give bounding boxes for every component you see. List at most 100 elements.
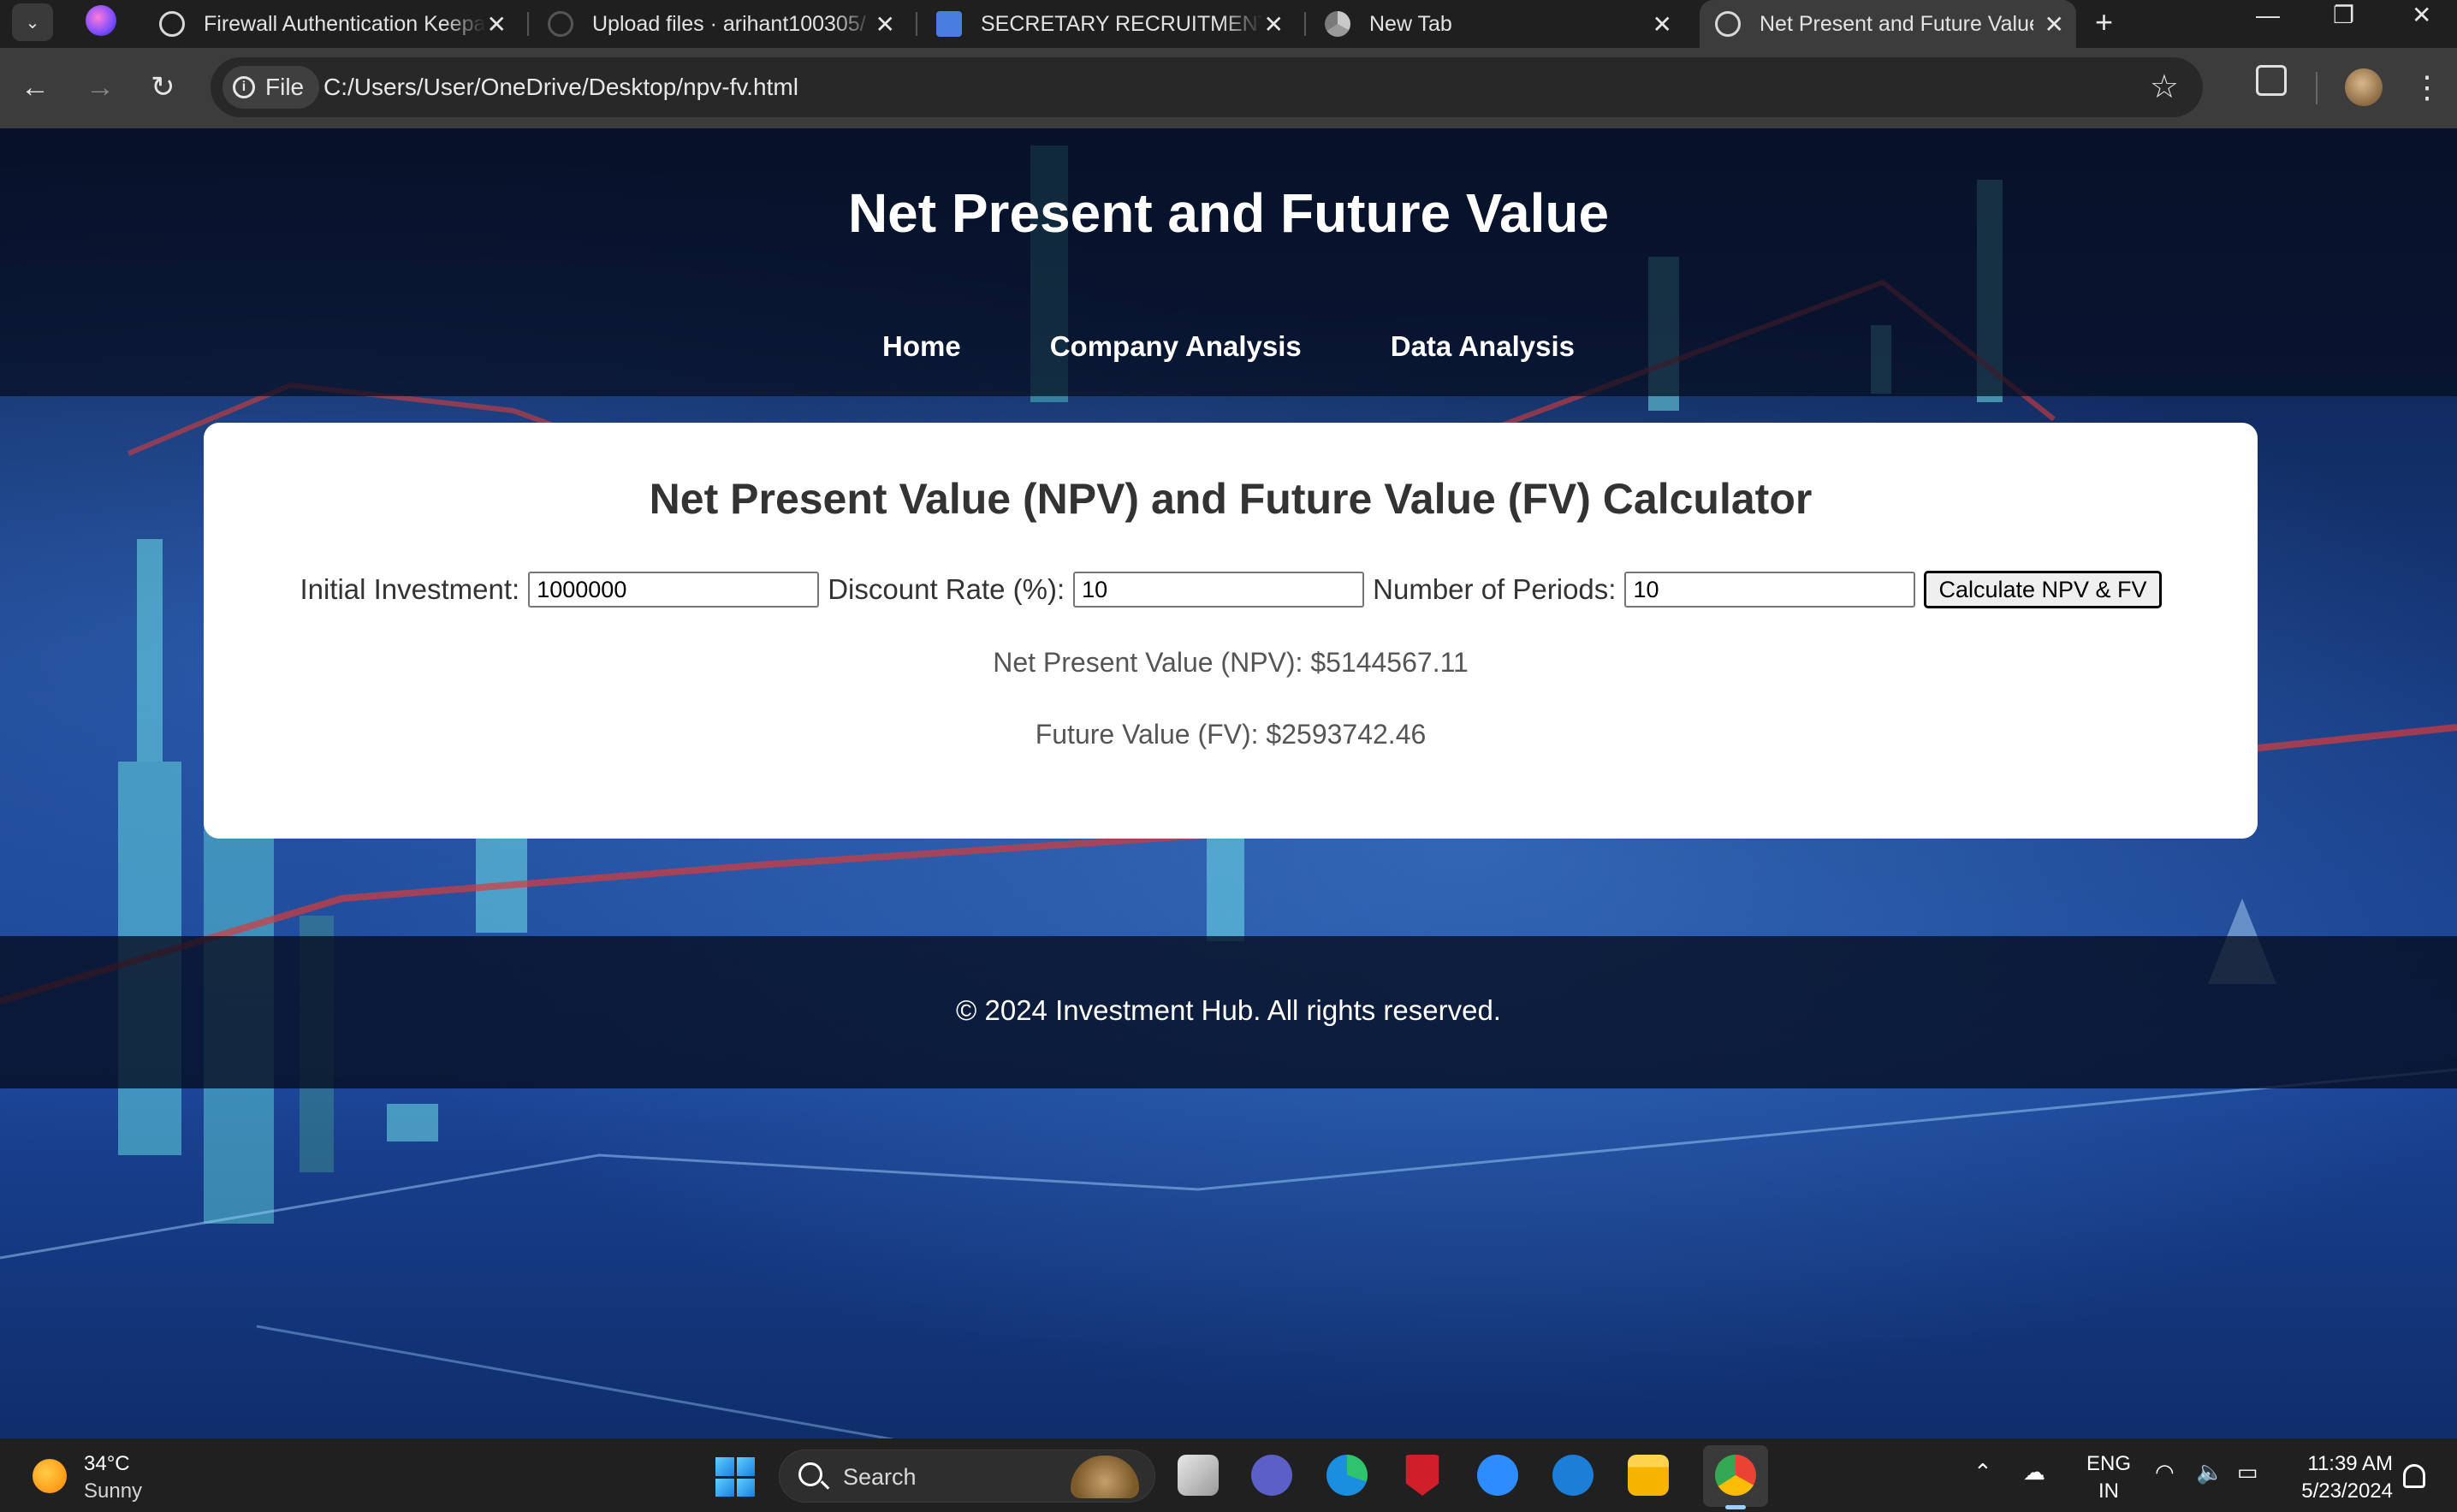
battery-icon[interactable]: ▭ [2237, 1459, 2258, 1485]
taskbar-search-box[interactable]: Search [779, 1450, 1155, 1503]
wifi-icon[interactable]: ◠ [2155, 1459, 2175, 1485]
close-tab-icon[interactable]: ✕ [487, 10, 507, 39]
tab-firewall-auth[interactable]: Firewall Authentication Keepa ✕ [159, 0, 519, 48]
sun-icon[interactable] [33, 1459, 67, 1493]
profile-avatar[interactable] [2345, 68, 2383, 106]
site-footer: © 2024 Investment Hub. All rights reserv… [0, 936, 2457, 1088]
get-help-icon[interactable] [1552, 1455, 1593, 1496]
chevron-down-icon: ⌄ [25, 13, 40, 33]
site-nav: Home Company Analysis Data Analysis [0, 330, 2457, 363]
browser-tab-strip: ⌄ Firewall Authentication Keepa ✕ Upload… [0, 0, 2457, 48]
close-tab-icon[interactable]: ✕ [2045, 10, 2064, 39]
address-bar[interactable]: i File C:/Users/User/OneDrive/Desktop/np… [211, 57, 2203, 117]
tab-search-button[interactable]: ⌄ [12, 3, 53, 41]
nav-link-data-analysis[interactable]: Data Analysis [1391, 330, 1575, 363]
onedrive-error-icon[interactable]: ☁ [2023, 1459, 2045, 1485]
windows-start-icon[interactable] [715, 1457, 755, 1497]
reload-button[interactable]: ↻ [151, 68, 175, 106]
system-clock[interactable]: 11:39 AM 5/23/2024 [2292, 1450, 2393, 1505]
tab-title: Net Present and Future Value [1760, 11, 2033, 36]
search-highlight-turtle-icon [1071, 1456, 1139, 1498]
page-title: Net Present and Future Value [847, 182, 1610, 244]
tab-title: Upload files · arihant100305/ [592, 11, 866, 36]
bg-axis-line [256, 1325, 895, 1438]
bookmark-star-icon[interactable]: ☆ [2150, 68, 2179, 106]
browser-toolbar: ← → ↻ i File C:/Users/User/OneDrive/Desk… [0, 48, 2457, 128]
restore-button[interactable]: ❐ [2333, 0, 2354, 34]
zoom-icon[interactable] [1477, 1455, 1518, 1496]
clock-date: 5/23/2024 [2301, 1479, 2393, 1503]
toolbar-separator [2316, 72, 2318, 104]
periods-input[interactable] [1624, 572, 1916, 608]
task-view-icon[interactable] [1178, 1455, 1219, 1496]
plus-icon: + [2095, 4, 2114, 39]
close-tab-icon[interactable]: ✕ [1653, 10, 1672, 39]
tab-new-tab[interactable]: New Tab ✕ [1325, 0, 1684, 48]
forward-button[interactable]: → [86, 68, 115, 106]
clock-time: 11:39 AM [2307, 1452, 2393, 1475]
restore-icon: ❐ [2333, 2, 2355, 28]
footer-copyright: © 2024 Investment Hub. All rights reserv… [956, 994, 1501, 1026]
teams-meet-icon[interactable] [1251, 1455, 1292, 1496]
tab-separator [916, 12, 917, 36]
tab-secretary-recruitment[interactable]: SECRETARY RECRUITMENT TA ✕ [936, 0, 1296, 48]
site-info-chip[interactable]: i File [223, 66, 320, 109]
minimize-icon: — [2256, 2, 2280, 28]
close-window-button[interactable]: ✕ [2412, 0, 2431, 34]
page-viewport: Net Present and Future Value Home Compan… [0, 128, 2457, 1438]
active-app-indicator [1725, 1505, 1746, 1509]
github-icon [548, 11, 573, 37]
arrow-left-icon: ← [21, 71, 50, 104]
nav-link-company-analysis[interactable]: Company Analysis [1050, 330, 1302, 363]
arrow-right-icon: → [86, 71, 115, 104]
language-region: IN [2098, 1479, 2119, 1503]
mcafee-icon[interactable] [1405, 1455, 1439, 1496]
globe-icon [159, 11, 185, 37]
discount-rate-label: Discount Rate (%): [828, 573, 1065, 605]
chrome-icon [1325, 11, 1350, 37]
close-tab-icon[interactable]: ✕ [875, 10, 895, 39]
language-indicator[interactable]: ENG IN [2086, 1450, 2131, 1505]
calculate-button[interactable]: Calculate NPV & FV [1924, 571, 2162, 608]
periods-label: Number of Periods: [1373, 573, 1617, 605]
edge-browser-icon[interactable] [1326, 1455, 1368, 1496]
reload-icon: ↻ [151, 71, 175, 104]
close-tab-icon[interactable]: ✕ [1264, 10, 1284, 39]
calculator-form: Initial Investment: Discount Rate (%): N… [204, 571, 2258, 608]
url-text[interactable]: C:/Users/User/OneDrive/Desktop/npv-fv.ht… [323, 74, 798, 101]
file-explorer-icon[interactable] [1628, 1455, 1669, 1496]
extensions-icon[interactable] [2256, 65, 2287, 96]
chrome-taskbar-icon[interactable] [1715, 1455, 1756, 1496]
back-button[interactable]: ← [21, 68, 50, 106]
tab-npv-fv[interactable]: Net Present and Future Value ✕ [1700, 0, 2076, 48]
browser-menu-button[interactable]: ⋮ [2412, 62, 2442, 113]
chevron-up-icon[interactable]: ⌃ [1973, 1459, 1992, 1485]
discount-rate-input[interactable] [1073, 572, 1365, 608]
info-icon: i [233, 76, 255, 98]
notification-bell-icon[interactable] [2403, 1464, 2425, 1488]
calculator-heading: Net Present Value (NPV) and Future Value… [649, 475, 1813, 523]
tab-separator [1304, 12, 1306, 36]
docs-icon [936, 11, 962, 37]
tab-upload-files[interactable]: Upload files · arihant100305/ ✕ [548, 0, 907, 48]
weather-temperature[interactable]: 34°C [84, 1452, 130, 1476]
nav-link-home[interactable]: Home [882, 330, 961, 363]
initial-investment-input[interactable] [528, 572, 820, 608]
new-tab-button[interactable]: + [2095, 0, 2113, 48]
minimize-button[interactable]: — [2256, 0, 2280, 34]
copilot-icon[interactable] [86, 5, 116, 36]
search-icon [798, 1462, 822, 1486]
tab-separator [527, 12, 529, 36]
fv-result: Future Value (FV): $2593742.46 [1035, 719, 1427, 750]
bg-candle [387, 1104, 438, 1141]
volume-icon[interactable]: 🔈 [2196, 1459, 2223, 1485]
site-info-label: File [265, 74, 305, 100]
kebab-menu-icon: ⋮ [2412, 69, 2442, 104]
tab-title: Firewall Authentication Keepa [204, 11, 486, 36]
taskbar-search-placeholder: Search [843, 1464, 917, 1490]
globe-icon [1715, 11, 1741, 37]
site-header: Net Present and Future Value Home Compan… [0, 128, 2457, 396]
weather-condition[interactable]: Sunny [84, 1479, 142, 1503]
bg-candle [1207, 839, 1244, 941]
npv-result: Net Present Value (NPV): $5144567.11 [993, 647, 1469, 678]
